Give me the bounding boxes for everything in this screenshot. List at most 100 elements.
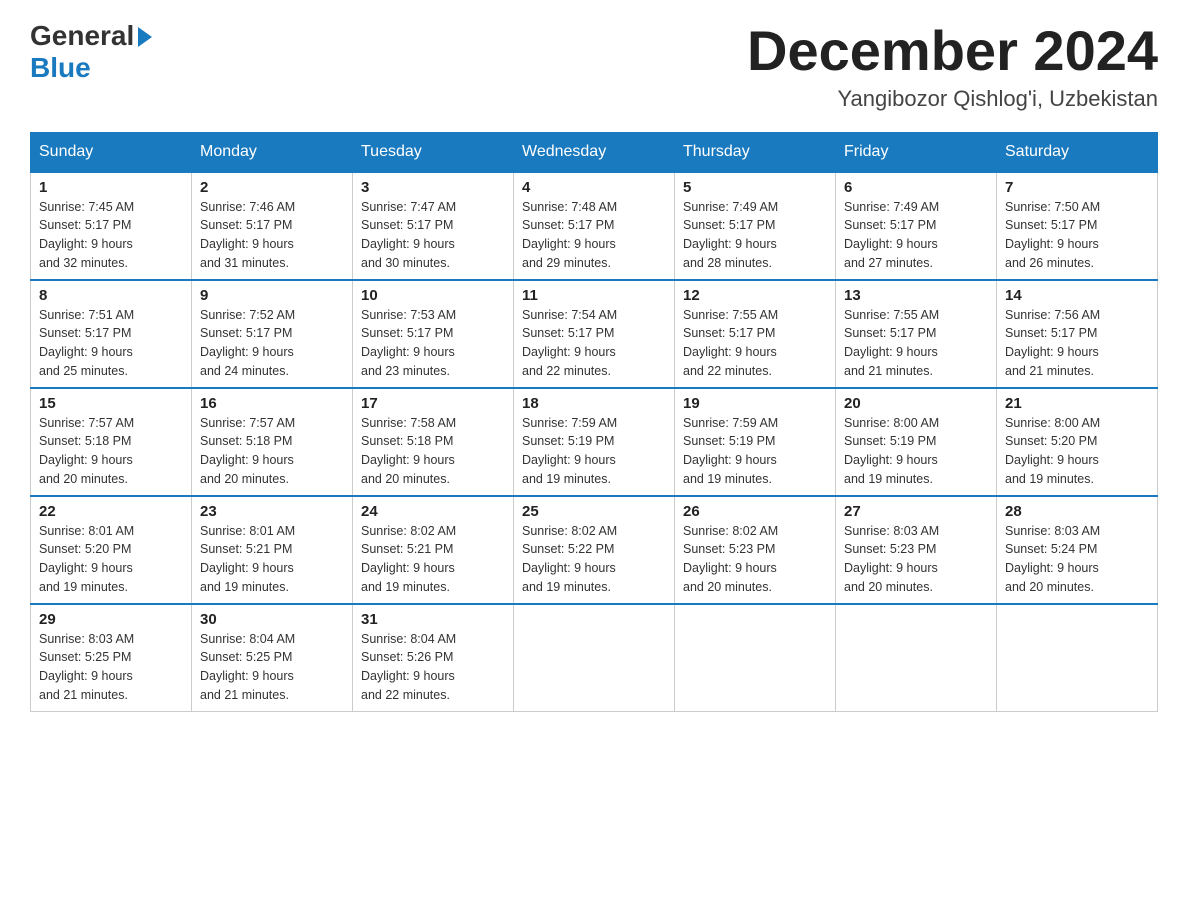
day-number: 17 bbox=[361, 395, 505, 412]
table-row: 9 Sunrise: 7:52 AMSunset: 5:17 PMDayligh… bbox=[192, 280, 353, 388]
calendar-week-row: 29 Sunrise: 8:03 AMSunset: 5:25 PMDaylig… bbox=[31, 604, 1158, 712]
day-number: 25 bbox=[522, 503, 666, 520]
day-number: 15 bbox=[39, 395, 183, 412]
day-info: Sunrise: 8:04 AMSunset: 5:26 PMDaylight:… bbox=[361, 632, 456, 702]
day-info: Sunrise: 7:55 AMSunset: 5:17 PMDaylight:… bbox=[683, 308, 778, 378]
calendar-header-row: Sunday Monday Tuesday Wednesday Thursday… bbox=[31, 132, 1158, 172]
table-row: 18 Sunrise: 7:59 AMSunset: 5:19 PMDaylig… bbox=[514, 388, 675, 496]
table-row: 28 Sunrise: 8:03 AMSunset: 5:24 PMDaylig… bbox=[997, 496, 1158, 604]
day-number: 5 bbox=[683, 179, 827, 196]
day-number: 13 bbox=[844, 287, 988, 304]
logo-arrow-icon bbox=[138, 27, 152, 47]
table-row: 4 Sunrise: 7:48 AMSunset: 5:17 PMDayligh… bbox=[514, 172, 675, 280]
table-row: 31 Sunrise: 8:04 AMSunset: 5:26 PMDaylig… bbox=[353, 604, 514, 712]
header-monday: Monday bbox=[192, 132, 353, 172]
page-header: General Blue December 2024 Yangibozor Qi… bbox=[30, 20, 1158, 112]
day-info: Sunrise: 7:51 AMSunset: 5:17 PMDaylight:… bbox=[39, 308, 134, 378]
day-info: Sunrise: 8:01 AMSunset: 5:20 PMDaylight:… bbox=[39, 524, 134, 594]
day-number: 14 bbox=[1005, 287, 1149, 304]
header-tuesday: Tuesday bbox=[353, 132, 514, 172]
header-friday: Friday bbox=[836, 132, 997, 172]
day-number: 20 bbox=[844, 395, 988, 412]
day-info: Sunrise: 7:50 AMSunset: 5:17 PMDaylight:… bbox=[1005, 200, 1100, 270]
day-number: 4 bbox=[522, 179, 666, 196]
day-info: Sunrise: 8:03 AMSunset: 5:24 PMDaylight:… bbox=[1005, 524, 1100, 594]
day-info: Sunrise: 7:53 AMSunset: 5:17 PMDaylight:… bbox=[361, 308, 456, 378]
day-number: 31 bbox=[361, 611, 505, 628]
table-row: 25 Sunrise: 8:02 AMSunset: 5:22 PMDaylig… bbox=[514, 496, 675, 604]
day-info: Sunrise: 7:59 AMSunset: 5:19 PMDaylight:… bbox=[683, 416, 778, 486]
day-info: Sunrise: 8:02 AMSunset: 5:23 PMDaylight:… bbox=[683, 524, 778, 594]
table-row: 7 Sunrise: 7:50 AMSunset: 5:17 PMDayligh… bbox=[997, 172, 1158, 280]
table-row: 2 Sunrise: 7:46 AMSunset: 5:17 PMDayligh… bbox=[192, 172, 353, 280]
table-row: 29 Sunrise: 8:03 AMSunset: 5:25 PMDaylig… bbox=[31, 604, 192, 712]
table-row bbox=[514, 604, 675, 712]
day-info: Sunrise: 8:00 AMSunset: 5:19 PMDaylight:… bbox=[844, 416, 939, 486]
day-info: Sunrise: 8:00 AMSunset: 5:20 PMDaylight:… bbox=[1005, 416, 1100, 486]
header-thursday: Thursday bbox=[675, 132, 836, 172]
table-row: 16 Sunrise: 7:57 AMSunset: 5:18 PMDaylig… bbox=[192, 388, 353, 496]
table-row: 8 Sunrise: 7:51 AMSunset: 5:17 PMDayligh… bbox=[31, 280, 192, 388]
table-row: 6 Sunrise: 7:49 AMSunset: 5:17 PMDayligh… bbox=[836, 172, 997, 280]
table-row: 26 Sunrise: 8:02 AMSunset: 5:23 PMDaylig… bbox=[675, 496, 836, 604]
day-info: Sunrise: 8:01 AMSunset: 5:21 PMDaylight:… bbox=[200, 524, 295, 594]
day-number: 16 bbox=[200, 395, 344, 412]
day-info: Sunrise: 7:56 AMSunset: 5:17 PMDaylight:… bbox=[1005, 308, 1100, 378]
table-row: 5 Sunrise: 7:49 AMSunset: 5:17 PMDayligh… bbox=[675, 172, 836, 280]
calendar-week-row: 15 Sunrise: 7:57 AMSunset: 5:18 PMDaylig… bbox=[31, 388, 1158, 496]
day-number: 9 bbox=[200, 287, 344, 304]
day-number: 23 bbox=[200, 503, 344, 520]
day-info: Sunrise: 7:57 AMSunset: 5:18 PMDaylight:… bbox=[200, 416, 295, 486]
day-info: Sunrise: 8:03 AMSunset: 5:25 PMDaylight:… bbox=[39, 632, 134, 702]
day-info: Sunrise: 7:46 AMSunset: 5:17 PMDaylight:… bbox=[200, 200, 295, 270]
calendar-table: Sunday Monday Tuesday Wednesday Thursday… bbox=[30, 132, 1158, 712]
day-number: 22 bbox=[39, 503, 183, 520]
table-row bbox=[997, 604, 1158, 712]
day-info: Sunrise: 8:03 AMSunset: 5:23 PMDaylight:… bbox=[844, 524, 939, 594]
header-saturday: Saturday bbox=[997, 132, 1158, 172]
table-row: 12 Sunrise: 7:55 AMSunset: 5:17 PMDaylig… bbox=[675, 280, 836, 388]
day-number: 1 bbox=[39, 179, 183, 196]
logo-blue-text: Blue bbox=[30, 52, 91, 84]
table-row bbox=[675, 604, 836, 712]
calendar-week-row: 1 Sunrise: 7:45 AMSunset: 5:17 PMDayligh… bbox=[31, 172, 1158, 280]
day-number: 6 bbox=[844, 179, 988, 196]
table-row: 19 Sunrise: 7:59 AMSunset: 5:19 PMDaylig… bbox=[675, 388, 836, 496]
day-info: Sunrise: 7:45 AMSunset: 5:17 PMDaylight:… bbox=[39, 200, 134, 270]
day-number: 19 bbox=[683, 395, 827, 412]
day-info: Sunrise: 7:57 AMSunset: 5:18 PMDaylight:… bbox=[39, 416, 134, 486]
day-number: 29 bbox=[39, 611, 183, 628]
day-number: 26 bbox=[683, 503, 827, 520]
day-number: 12 bbox=[683, 287, 827, 304]
table-row bbox=[836, 604, 997, 712]
day-number: 10 bbox=[361, 287, 505, 304]
day-number: 18 bbox=[522, 395, 666, 412]
day-info: Sunrise: 7:52 AMSunset: 5:17 PMDaylight:… bbox=[200, 308, 295, 378]
day-number: 24 bbox=[361, 503, 505, 520]
table-row: 3 Sunrise: 7:47 AMSunset: 5:17 PMDayligh… bbox=[353, 172, 514, 280]
table-row: 14 Sunrise: 7:56 AMSunset: 5:17 PMDaylig… bbox=[997, 280, 1158, 388]
day-info: Sunrise: 7:55 AMSunset: 5:17 PMDaylight:… bbox=[844, 308, 939, 378]
day-number: 28 bbox=[1005, 503, 1149, 520]
table-row: 27 Sunrise: 8:03 AMSunset: 5:23 PMDaylig… bbox=[836, 496, 997, 604]
calendar-week-row: 8 Sunrise: 7:51 AMSunset: 5:17 PMDayligh… bbox=[31, 280, 1158, 388]
day-info: Sunrise: 7:59 AMSunset: 5:19 PMDaylight:… bbox=[522, 416, 617, 486]
day-number: 2 bbox=[200, 179, 344, 196]
day-info: Sunrise: 7:54 AMSunset: 5:17 PMDaylight:… bbox=[522, 308, 617, 378]
day-number: 7 bbox=[1005, 179, 1149, 196]
title-section: December 2024 Yangibozor Qishlog'i, Uzbe… bbox=[747, 20, 1158, 112]
day-number: 30 bbox=[200, 611, 344, 628]
logo: General Blue bbox=[30, 20, 152, 84]
day-number: 11 bbox=[522, 287, 666, 304]
day-info: Sunrise: 8:02 AMSunset: 5:21 PMDaylight:… bbox=[361, 524, 456, 594]
table-row: 20 Sunrise: 8:00 AMSunset: 5:19 PMDaylig… bbox=[836, 388, 997, 496]
day-info: Sunrise: 7:49 AMSunset: 5:17 PMDaylight:… bbox=[683, 200, 778, 270]
day-number: 3 bbox=[361, 179, 505, 196]
calendar-week-row: 22 Sunrise: 8:01 AMSunset: 5:20 PMDaylig… bbox=[31, 496, 1158, 604]
table-row: 10 Sunrise: 7:53 AMSunset: 5:17 PMDaylig… bbox=[353, 280, 514, 388]
day-number: 21 bbox=[1005, 395, 1149, 412]
table-row: 24 Sunrise: 8:02 AMSunset: 5:21 PMDaylig… bbox=[353, 496, 514, 604]
header-sunday: Sunday bbox=[31, 132, 192, 172]
day-info: Sunrise: 7:49 AMSunset: 5:17 PMDaylight:… bbox=[844, 200, 939, 270]
day-info: Sunrise: 7:47 AMSunset: 5:17 PMDaylight:… bbox=[361, 200, 456, 270]
